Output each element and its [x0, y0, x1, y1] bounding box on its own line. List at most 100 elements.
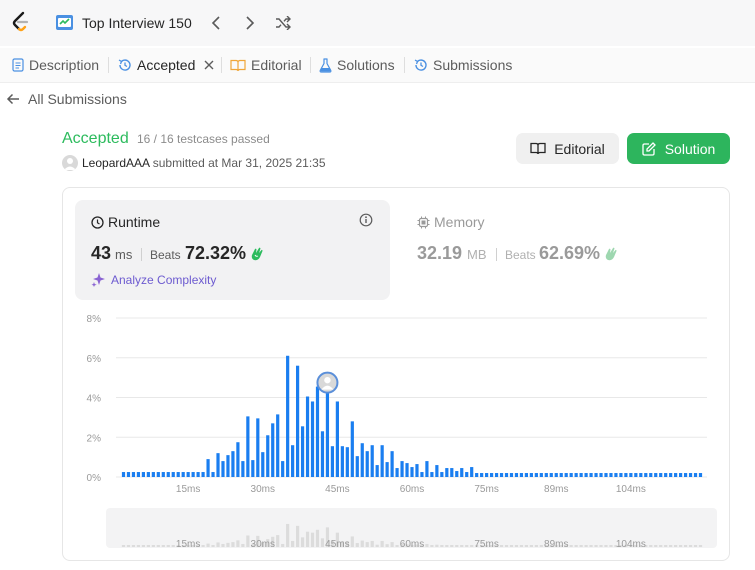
- chart-bar: [614, 473, 618, 477]
- overview-bar: [499, 545, 504, 547]
- chart-bar: [395, 468, 399, 477]
- chart-bar: [514, 473, 519, 477]
- chart-bar: [415, 464, 419, 477]
- overview-bar: [201, 545, 205, 547]
- overview-bar: [455, 545, 459, 547]
- chart-bar: [226, 455, 230, 477]
- chart-bar: [330, 446, 335, 477]
- overview-bar: [425, 543, 429, 547]
- chart-bar: [629, 473, 633, 477]
- overview-bar: [450, 545, 454, 547]
- overview-bar: [440, 545, 444, 547]
- chart-bar: [281, 461, 285, 477]
- chart-bar: [161, 472, 165, 477]
- chart-bar: [664, 473, 668, 477]
- chart-bar: [579, 473, 583, 477]
- overview-bar: [674, 545, 678, 547]
- overview-bar: [609, 545, 613, 547]
- chart-bar: [365, 451, 369, 477]
- chart-bar: [634, 473, 638, 477]
- chart-bar: [251, 460, 255, 477]
- chart-bar: [470, 467, 474, 477]
- chart-bar: [659, 473, 663, 477]
- overview-bar: [654, 545, 658, 547]
- overview-bar: [295, 525, 300, 547]
- chart-bar: [480, 473, 484, 477]
- chart-bar: [504, 473, 509, 477]
- overview-bar: [310, 532, 315, 547]
- chart-bar: [619, 473, 623, 477]
- overview-bar: [504, 545, 509, 547]
- overview-bar: [514, 545, 519, 547]
- chart-bar: [405, 463, 409, 477]
- overview-bar: [156, 545, 160, 547]
- chart-bar: [375, 465, 379, 477]
- chart-bar: [171, 472, 175, 477]
- overview-bar: [315, 529, 320, 547]
- chart-bar: [639, 473, 643, 477]
- chart-bar: [400, 461, 404, 477]
- overview-bar: [375, 544, 379, 547]
- chart-bar: [241, 461, 245, 477]
- runtime-distribution-chart[interactable]: 8% 6% 4% 2% 0% 15ms 15ms 30ms 30ms 45ms 45ms 60ms 60…: [0, 0, 755, 570]
- chart-bar: [420, 472, 424, 477]
- chart-bar: [156, 472, 160, 477]
- overview-bar: [679, 545, 683, 547]
- chart-bar: [201, 472, 205, 477]
- chart-bar: [350, 421, 354, 477]
- chart-bar: [554, 473, 558, 477]
- overview-bar: [166, 545, 170, 547]
- overview-bar: [365, 542, 369, 547]
- chart-bar: [360, 443, 364, 477]
- overview-bar: [385, 544, 389, 547]
- chart-bar: [594, 473, 598, 477]
- overview-bar: [320, 538, 325, 547]
- overview-bar: [126, 545, 131, 547]
- chart-bar: [295, 365, 300, 477]
- overview-bar: [246, 535, 250, 547]
- overview-bar: [539, 545, 543, 547]
- overview-x-tick-label: 89ms: [544, 539, 568, 550]
- overview-bar: [286, 523, 290, 547]
- overview-bar: [664, 545, 668, 547]
- overview-bar: [435, 544, 439, 547]
- overview-bar: [221, 543, 225, 547]
- chart-bar: [455, 471, 459, 477]
- overview-bar: [206, 543, 210, 547]
- chart-bar: [445, 468, 449, 477]
- chart-bar: [186, 472, 190, 477]
- x-tick-label: 60ms: [400, 484, 424, 495]
- chart-bar: [683, 473, 688, 477]
- chart-bar: [256, 418, 260, 477]
- chart-bar: [574, 473, 578, 477]
- chart-bar: [131, 472, 136, 477]
- chart-bar: [355, 456, 359, 477]
- chart-bar: [698, 473, 703, 477]
- chart-bar: [559, 473, 563, 477]
- chart-bar: [246, 416, 250, 477]
- overview-bar: [171, 545, 175, 547]
- x-tick-label: 30ms: [251, 484, 275, 495]
- overview-bar: [350, 536, 354, 547]
- overview-bar: [698, 545, 703, 547]
- chart-bar: [136, 472, 141, 477]
- chart-bar: [166, 472, 170, 477]
- chart-bar: [261, 452, 265, 477]
- chart-bar: [390, 451, 394, 477]
- overview-bar: [146, 545, 150, 547]
- overview-bar: [430, 545, 434, 547]
- overview-bar: [151, 545, 155, 547]
- overview-bar: [445, 545, 449, 547]
- overview-bar: [281, 543, 285, 547]
- overview-bar: [390, 542, 394, 547]
- overview-bar: [161, 545, 165, 547]
- chart-bar: [669, 473, 673, 477]
- chart-bar: [654, 473, 658, 477]
- chart-bar: [509, 473, 514, 477]
- chart-bar: [146, 472, 150, 477]
- chart-bar: [300, 426, 305, 477]
- overview-x-tick-label: 15ms: [176, 539, 200, 550]
- overview-bar: [465, 545, 469, 547]
- overview-bar: [529, 545, 533, 547]
- chart-bar: [211, 472, 215, 477]
